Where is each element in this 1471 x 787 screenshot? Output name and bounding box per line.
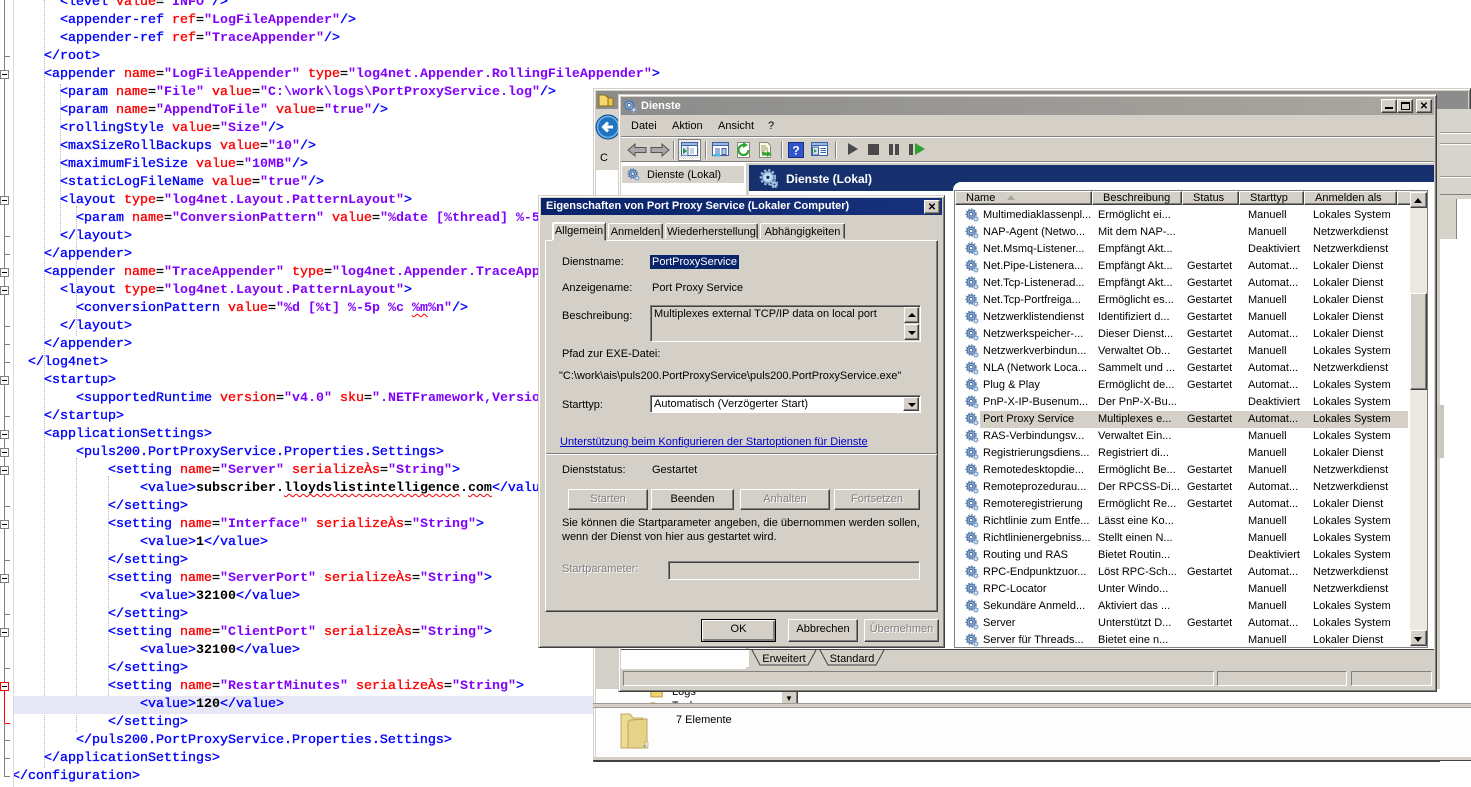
svg-text:Erweitert: Erweitert	[762, 653, 805, 665]
svg-text:Standard: Standard	[830, 653, 875, 665]
